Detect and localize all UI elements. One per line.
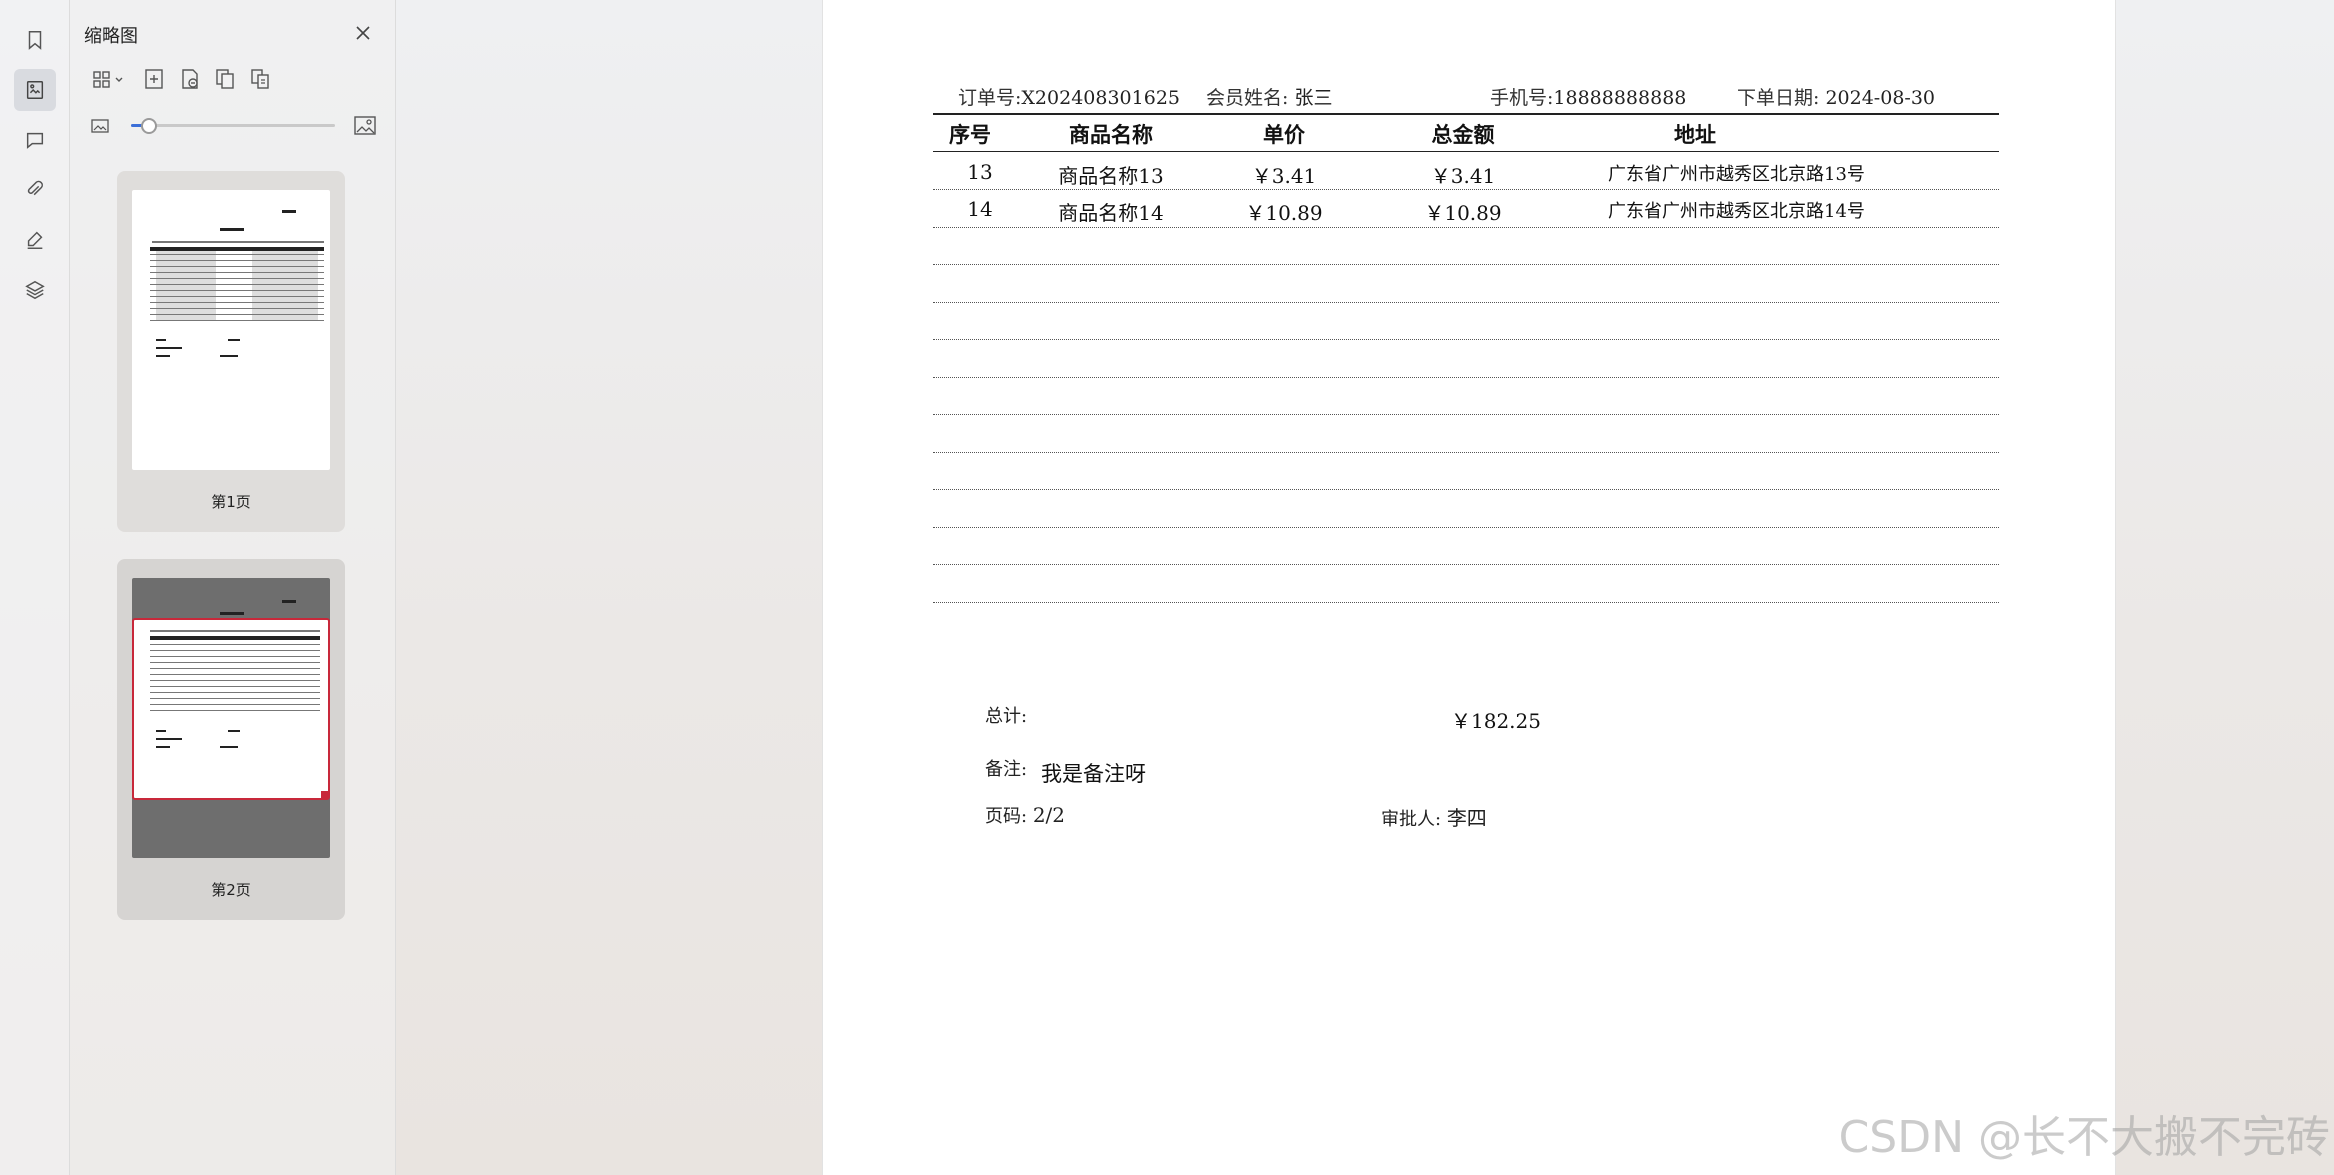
view-resize-handle[interactable] (321, 791, 329, 799)
delete-page-icon[interactable] (179, 68, 201, 90)
total-value: ￥182.25 (1451, 709, 1541, 733)
panel-title: 缩略图 (84, 26, 138, 47)
row-rule (933, 489, 1999, 490)
remark-value: 我是备注呀 (1041, 762, 1146, 786)
row-rule (933, 377, 1999, 378)
order-number: 订单号:X202408301625 (958, 83, 1180, 110)
order-date: 下单日期: 2024-08-30 (1737, 83, 1935, 110)
cell-total: ￥10.89 (1424, 201, 1502, 225)
phone-label: 手机号: (1490, 87, 1554, 109)
column-header-unit-price: 单价 (1263, 123, 1305, 147)
close-icon[interactable] (354, 24, 372, 42)
row-rule (933, 452, 1999, 453)
row-rule (933, 339, 1999, 340)
layers-icon[interactable] (14, 269, 56, 311)
phone-value: 18888888888 (1553, 87, 1687, 109)
phone-number: 手机号:18888888888 (1490, 83, 1686, 110)
page-number: 页码: 2/2 (985, 802, 1065, 828)
member-name-value: 张三 (1294, 87, 1333, 109)
row-rule (933, 414, 1999, 415)
thumbnail-page-1-label: 第1页 (211, 493, 251, 511)
order-number-value: X202408301625 (1021, 87, 1180, 109)
signature-icon[interactable] (14, 219, 56, 261)
cell-product: 商品名称14 (1058, 201, 1164, 225)
thumbnail-zoom-control (70, 114, 395, 138)
order-date-label: 下单日期: (1737, 87, 1820, 109)
view-mode-dropdown[interactable] (92, 68, 128, 90)
page-number-label: 页码: (985, 806, 1028, 827)
current-view-indicator (132, 618, 330, 800)
grid-icon (93, 71, 123, 88)
cell-unit-price: ￥10.89 (1245, 201, 1323, 225)
row-rule (933, 527, 1999, 528)
row-rule (933, 302, 1999, 303)
row-rule (933, 227, 1999, 228)
member-name-label: 会员姓名: (1206, 87, 1289, 109)
thumbnail-page-2[interactable]: 第2页 (117, 559, 345, 920)
zoom-slider[interactable] (131, 118, 335, 134)
replace-page-icon[interactable] (249, 68, 271, 90)
insert-page-icon[interactable] (143, 68, 165, 90)
document-page: 订单号:X202408301625 会员姓名: 张三 手机号:188888888… (822, 0, 2116, 1175)
cell-address: 广东省广州市越秀区北京路14号 (1608, 201, 1865, 222)
tool-rail (0, 0, 70, 1175)
thumbnail-page-1[interactable]: 第1页 (117, 171, 345, 532)
approver: 审批人: 李四 (1381, 802, 1487, 831)
column-header-total: 总金额 (1431, 123, 1495, 147)
order-date-value: 2024-08-30 (1825, 87, 1935, 109)
order-number-label: 订单号: (958, 87, 1022, 109)
copy-page-icon[interactable] (214, 68, 236, 90)
watermark: CSDN @长不大搬不完砖 (1838, 1112, 2330, 1163)
thumbnail-panel: 缩略图 第1页 第2页 (70, 0, 396, 1175)
comment-icon[interactable] (14, 119, 56, 161)
row-rule (933, 602, 1999, 603)
row-rule (933, 189, 1999, 190)
cell-index: 14 (967, 197, 993, 221)
approver-value: 李四 (1446, 806, 1487, 830)
total-label: 总计: (985, 706, 1028, 727)
bookmark-icon[interactable] (14, 19, 56, 61)
table-header-rule (933, 151, 1999, 152)
thumbnail-page-2-image (132, 578, 330, 858)
page-number-value: 2/2 (1032, 803, 1065, 827)
column-header-index: 序号 (949, 123, 991, 147)
cell-product: 商品名称13 (1058, 164, 1164, 188)
approver-label: 审批人: (1381, 809, 1442, 830)
row-rule (933, 564, 1999, 565)
table-top-rule (933, 113, 1999, 115)
thumbnail-page-2-label: 第2页 (211, 881, 251, 899)
cell-address: 广东省广州市越秀区北京路13号 (1608, 164, 1865, 185)
cell-unit-price: ￥3.41 (1251, 164, 1317, 188)
column-header-address: 地址 (1674, 123, 1716, 147)
zoom-out-image-icon[interactable] (90, 116, 110, 136)
row-rule (933, 264, 1999, 265)
cell-index: 13 (967, 160, 993, 184)
zoom-in-image-icon[interactable] (353, 114, 377, 138)
thumbnail-icon[interactable] (14, 69, 56, 111)
zoom-slider-knob[interactable] (141, 118, 158, 134)
member-name: 会员姓名: 张三 (1206, 83, 1332, 110)
column-header-product: 商品名称 (1069, 123, 1153, 147)
thumbnail-page-1-image (132, 190, 330, 470)
attachment-icon[interactable] (14, 169, 56, 211)
cell-total: ￥3.41 (1430, 164, 1496, 188)
remark-label: 备注: (985, 759, 1028, 780)
